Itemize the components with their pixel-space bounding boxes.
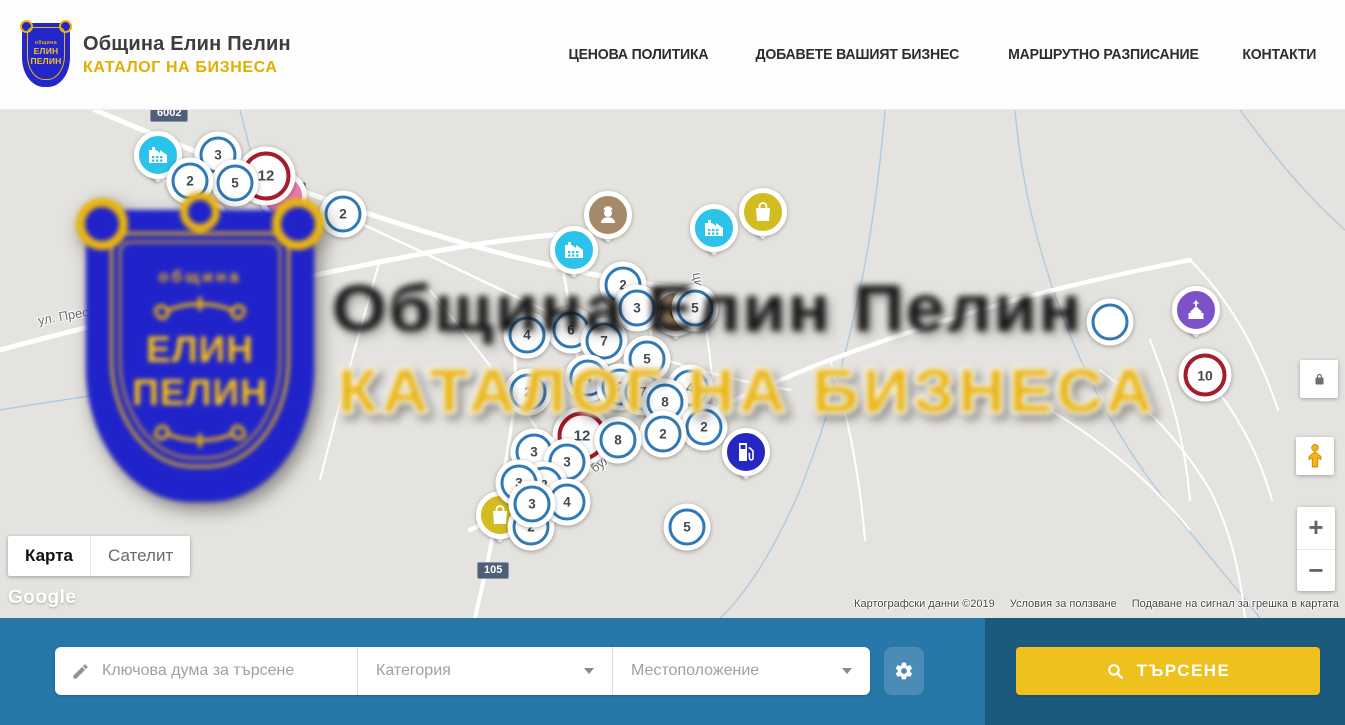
- chevron-down-icon: [584, 668, 594, 674]
- chevron-down-icon: [842, 668, 852, 674]
- search-bar: Категория Местоположение ТЪРСЕНЕ: [0, 618, 1345, 725]
- pencil-icon: [71, 662, 90, 681]
- cluster-marker[interactable]: 2: [640, 411, 687, 458]
- main-navigation: ЦЕНОВА ПОЛИТИКА ДОБАВЕТЕ ВАШИЯТ БИЗНЕС МАР…: [564, 46, 1319, 63]
- category-pin-church[interactable]: [1172, 286, 1220, 334]
- map-type-control: Карта Сателит: [8, 536, 190, 576]
- street-view-pegman-button[interactable]: [1296, 437, 1334, 475]
- cluster-count: 2: [325, 196, 362, 233]
- category-pin-factory[interactable]: [550, 226, 598, 274]
- cluster-count: 10: [1184, 354, 1227, 397]
- cluster-count: 2: [172, 163, 209, 200]
- keyword-search-input[interactable]: [102, 662, 332, 680]
- search-button-label: ТЪРСЕНЕ: [1137, 661, 1231, 681]
- google-logo[interactable]: Google: [8, 587, 76, 609]
- site-subtitle: КАТАЛОГ НА БИЗНЕСА: [83, 59, 291, 77]
- cluster-marker[interactable]: 5: [672, 285, 719, 332]
- site-title: Община Елин Пелин: [83, 33, 291, 56]
- cluster-count: 3: [514, 486, 551, 523]
- road-number-badge: 6002: [150, 110, 188, 122]
- factory-icon: [562, 238, 586, 262]
- map-type-map-button[interactable]: Карта: [8, 536, 90, 576]
- cluster-marker[interactable]: 5: [664, 504, 711, 551]
- municipality-coat-of-arms-icon: община ЕЛИН ПЕЛИН: [22, 23, 70, 87]
- category-dropdown[interactable]: Категория: [357, 647, 612, 695]
- gear-icon: [894, 661, 914, 681]
- keyword-segment: [55, 647, 357, 695]
- zoom-out-button[interactable]: −: [1297, 550, 1335, 592]
- map-attribution: Картографски данни ©2019 Условия за ползв…: [854, 598, 1339, 610]
- cluster-marker[interactable]: 3: [509, 481, 556, 528]
- cluster-marker[interactable]: [184, 201, 231, 248]
- emblem-text-small: община: [35, 40, 57, 46]
- nav-item-0[interactable]: ЦЕНОВА ПОЛИТИКА: [569, 46, 709, 63]
- cluster-marker[interactable]: 2: [320, 191, 367, 238]
- search-input-group: Категория Местоположение: [55, 647, 870, 695]
- cluster-marker[interactable]: 10: [1179, 349, 1232, 402]
- google-map-canvas[interactable]: ул. Преславбул. „Новоселции"60026003105 …: [0, 110, 1345, 618]
- advanced-settings-button[interactable]: [884, 647, 924, 695]
- fuel-icon: [734, 440, 758, 464]
- site-logo[interactable]: община ЕЛИН ПЕЛИН Община Елин Пелин КАТА…: [22, 23, 291, 87]
- factory-icon: [146, 143, 170, 167]
- road-number-badge: 105: [477, 562, 509, 579]
- cluster-marker[interactable]: 2: [167, 158, 214, 205]
- zoom-in-button[interactable]: +: [1297, 507, 1335, 550]
- attribution-link[interactable]: Подаване на сигнал за грешка в картата: [1132, 598, 1339, 610]
- cluster-count: 2: [510, 374, 547, 411]
- lock-icon: [1312, 372, 1327, 387]
- cluster-count: 8: [600, 422, 637, 459]
- cluster-count: 3: [619, 290, 656, 327]
- emblem-text-line1: ЕЛИН: [34, 47, 59, 56]
- cluster-marker[interactable]: [1087, 299, 1134, 346]
- cluster-marker[interactable]: 8: [595, 417, 642, 464]
- cluster-count: 2: [645, 416, 682, 453]
- cluster-count: 2: [686, 409, 723, 446]
- cluster-count: 4: [509, 317, 546, 354]
- bag-icon: [751, 200, 775, 224]
- cluster-marker[interactable]: 5: [212, 160, 259, 207]
- category-pin-fuel[interactable]: [722, 428, 770, 476]
- fullscreen-lock-button[interactable]: [1300, 360, 1338, 398]
- search-icon: [1106, 662, 1125, 681]
- cluster-marker[interactable]: 4: [504, 312, 551, 359]
- nav-item-2[interactable]: МАРШРУТНО РАЗПИСАНИЕ: [1008, 46, 1199, 63]
- location-dropdown[interactable]: Местоположение: [612, 647, 870, 695]
- cluster-count: 5: [669, 509, 706, 546]
- cluster-count: [189, 206, 226, 243]
- zoom-control: + −: [1297, 507, 1335, 591]
- worker-icon: [596, 203, 620, 227]
- map-type-satellite-button[interactable]: Сателит: [90, 536, 190, 576]
- site-header: община ЕЛИН ПЕЛИН Община Елин Пелин КАТА…: [0, 0, 1345, 110]
- search-submit-button[interactable]: ТЪРСЕНЕ: [1016, 647, 1320, 695]
- nav-item-1[interactable]: ДОБАВЕТЕ ВАШИЯТ БИЗНЕС: [755, 46, 959, 63]
- cluster-count: 5: [217, 165, 254, 202]
- cluster-count: [1092, 304, 1129, 341]
- church-icon: [1184, 298, 1208, 322]
- pegman-icon: [1304, 443, 1326, 469]
- factory-icon: [702, 216, 726, 240]
- cluster-marker[interactable]: 2: [681, 404, 728, 451]
- emblem-text-line2: ПЕЛИН: [31, 57, 62, 66]
- category-pin-bag[interactable]: [739, 188, 787, 236]
- nav-item-3[interactable]: КОНТАКТИ: [1243, 46, 1317, 63]
- category-dropdown-label: Категория: [376, 662, 584, 680]
- category-pin-factory[interactable]: [690, 204, 738, 252]
- cluster-count: 5: [677, 290, 714, 327]
- attribution-link[interactable]: Условия за ползване: [1010, 598, 1117, 610]
- location-dropdown-label: Местоположение: [631, 662, 842, 680]
- attribution-text: Картографски данни ©2019: [854, 598, 995, 610]
- cluster-marker[interactable]: 2: [505, 369, 552, 416]
